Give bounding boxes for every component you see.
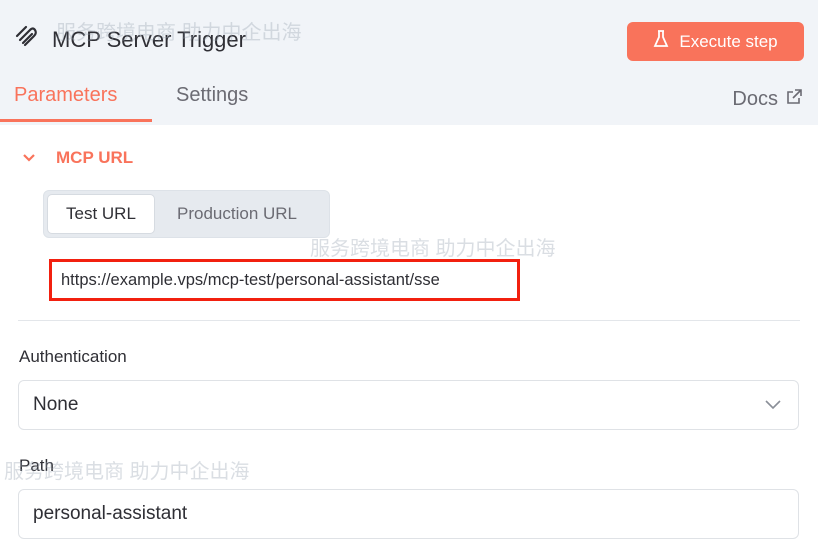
chevron-down-icon [22, 148, 36, 168]
watermark: 服务跨境电商 助力中企出海 [310, 238, 556, 260]
path-label: Path [19, 456, 54, 475]
external-link-icon [786, 88, 802, 111]
divider [18, 320, 800, 321]
url-type-toggle: Test URL Production URL [43, 190, 330, 238]
authentication-label: Authentication [19, 347, 127, 366]
mcp-url-value[interactable]: https://example.vps/mcp-test/personal-as… [49, 259, 520, 301]
tab-parameters[interactable]: Parameters [0, 84, 152, 122]
tab-settings[interactable]: Settings [176, 84, 248, 122]
node-header: MCP Server Trigger Execute step Paramete… [0, 0, 818, 125]
mcp-logo-icon [14, 24, 40, 55]
node-title: MCP Server Trigger [52, 26, 246, 52]
docs-link[interactable]: Docs [732, 88, 802, 111]
chevron-down-icon [764, 394, 782, 416]
execute-step-button[interactable]: Execute step [627, 22, 804, 61]
mcp-url-section-toggle[interactable]: MCP URL [22, 148, 133, 168]
production-url-option[interactable]: Production URL [159, 194, 315, 234]
path-input[interactable]: personal-assistant [18, 489, 799, 539]
flask-icon [653, 29, 669, 54]
authentication-select[interactable]: None [18, 380, 799, 430]
test-url-option[interactable]: Test URL [47, 194, 155, 234]
